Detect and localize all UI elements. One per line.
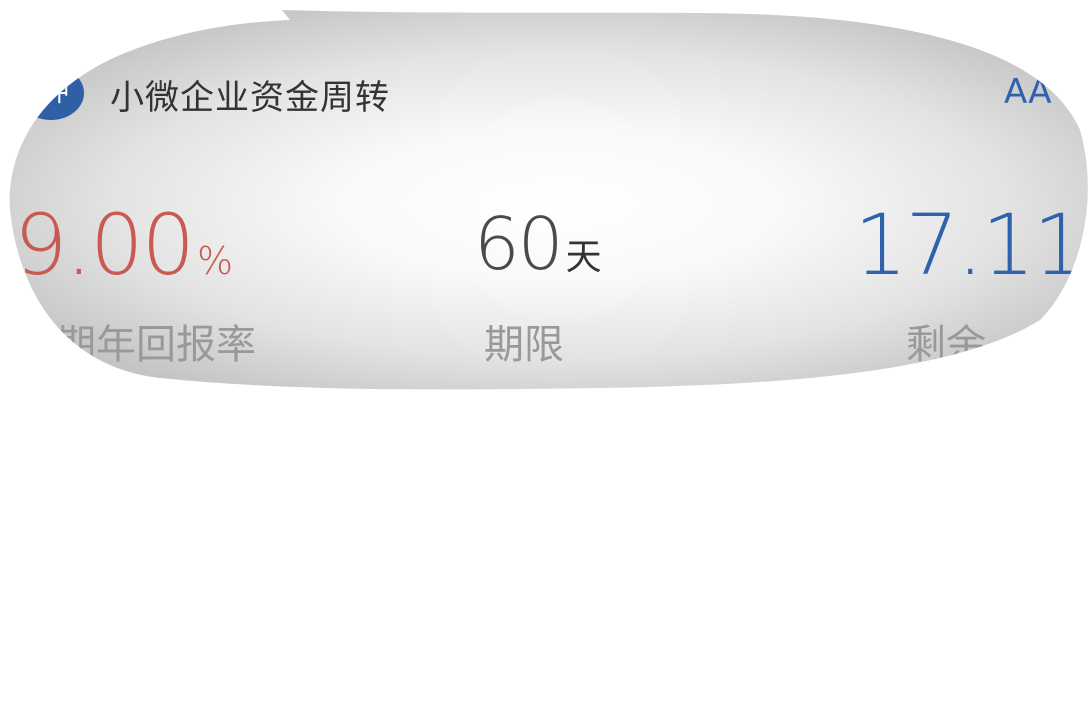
annual-return-label: 期年回报率 [56, 322, 256, 368]
brand-badge-char: 冲 [42, 78, 69, 108]
remaining-amount-unit: 万 [1088, 239, 1092, 283]
annual-return-value: 9.00% [14, 196, 233, 294]
term-label: 期限 [484, 322, 564, 368]
remaining-amount-value: 17.11万 [854, 196, 1092, 294]
rating-badge: AA [1004, 72, 1052, 112]
term-unit: 天 [565, 237, 602, 278]
brand-badge-icon: 冲 [18, 66, 84, 120]
page: 冲 小微企业资金周转 AA 9.00% 60天 17.11万 期年回报率 期限 … [0, 0, 1092, 702]
term-number: 60 [474, 202, 562, 286]
annual-return-number: 9.00 [14, 196, 194, 294]
remaining-amount-label: 剩余 [906, 322, 986, 368]
product-card[interactable]: 冲 小微企业资金周转 AA 9.00% 60天 17.11万 期年回报率 期限 … [0, 0, 1092, 400]
remaining-amount-number: 17.11 [854, 196, 1085, 294]
product-title: 小微企业资金周转 [110, 78, 390, 118]
annual-return-unit: % [197, 239, 234, 283]
term-value: 60 天 [474, 202, 602, 286]
